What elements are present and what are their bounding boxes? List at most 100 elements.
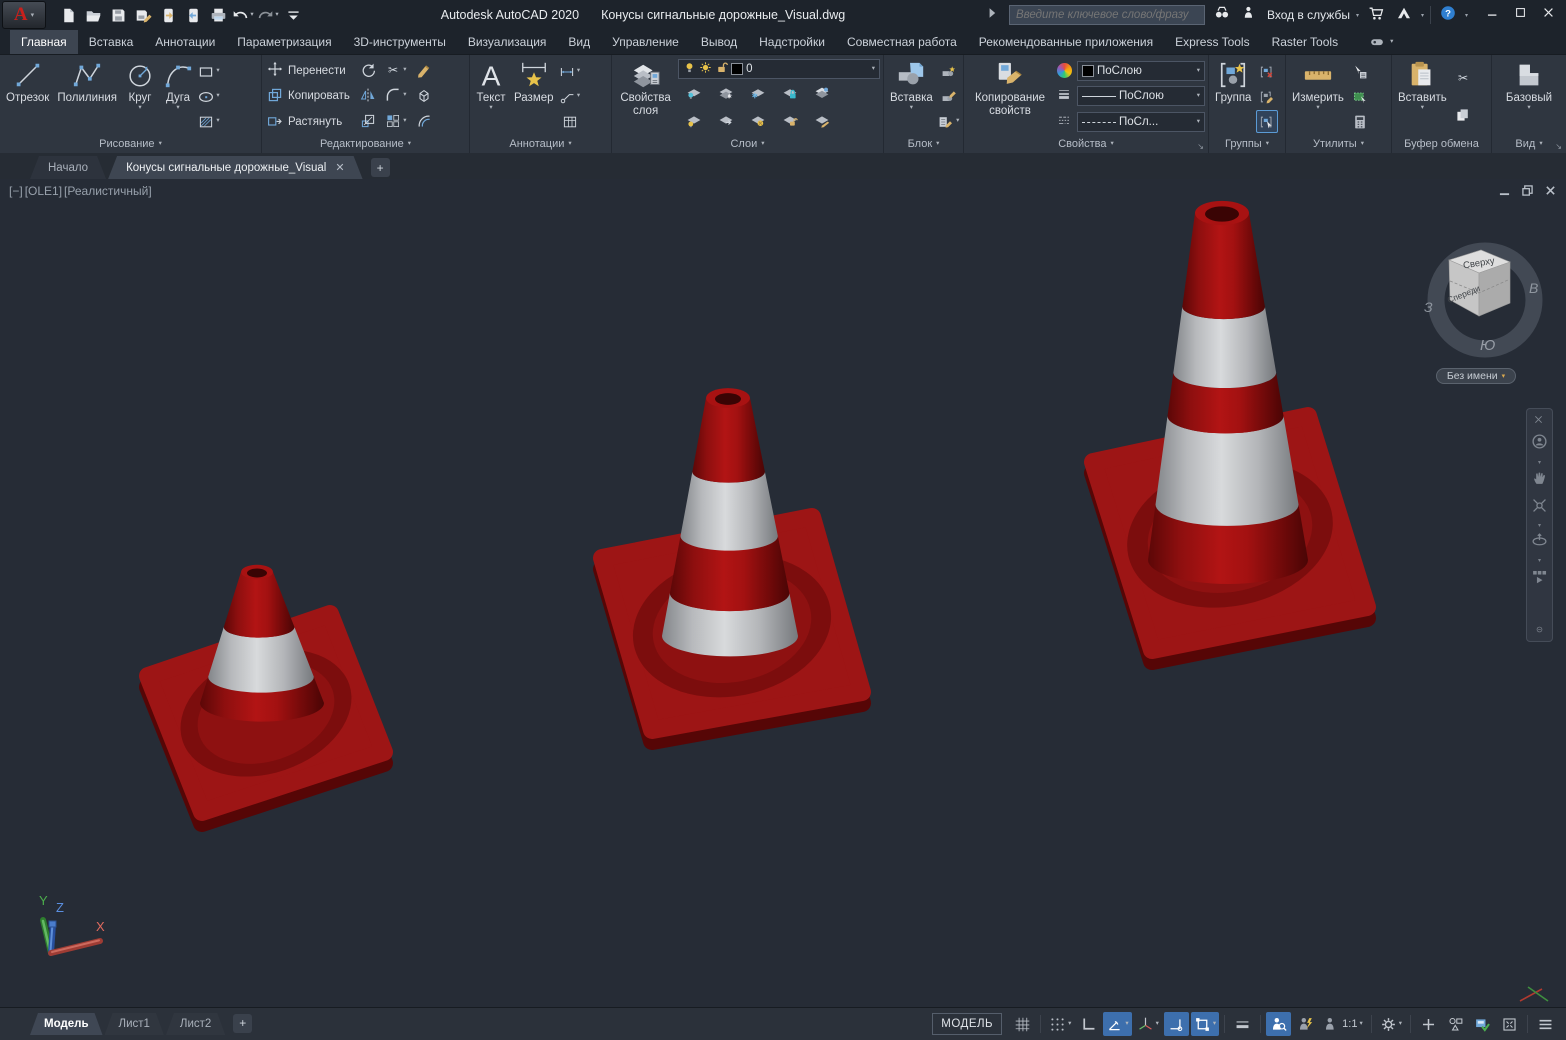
layer-unlock-all-button[interactable]: [806, 109, 838, 132]
measure-button[interactable]: Измерить▾: [1289, 58, 1347, 135]
ribbon-tab-вставка[interactable]: Вставка: [78, 30, 145, 54]
table-button[interactable]: [559, 110, 581, 133]
color-wheel-icon[interactable]: [1055, 63, 1073, 79]
open-file-button[interactable]: [81, 3, 105, 27]
sign-in-button[interactable]: Вход в службы: [1267, 8, 1350, 22]
viewcube[interactable]: З В Ю Сверху Спереди Без имени▾: [1416, 237, 1558, 393]
viewport-control-visual-style[interactable]: [Реалистичный]: [63, 184, 153, 198]
maximize-button[interactable]: [1506, 3, 1534, 27]
ribbon-tab-рекомендованные-приложения[interactable]: Рекомендованные приложения: [968, 30, 1164, 54]
doc-restore-button[interactable]: [1522, 183, 1533, 201]
quick-select-button[interactable]: [1349, 60, 1371, 83]
linetype-dropdown[interactable]: ПоСл...▾: [1077, 112, 1205, 132]
linear-dimension-button[interactable]: ▾: [559, 60, 581, 83]
layer-off-button[interactable]: [678, 81, 710, 104]
status-ortho-toggle[interactable]: [1076, 1012, 1101, 1036]
group-selectable-button[interactable]: [1256, 110, 1278, 133]
redo-button[interactable]: ▾: [256, 3, 280, 27]
panel-label-layers[interactable]: Слои▾: [612, 135, 883, 153]
navbar-caret-icon[interactable]: ▾: [1528, 459, 1551, 466]
layer-lock-button[interactable]: [774, 81, 806, 104]
polyline-button[interactable]: Полилиния: [54, 58, 120, 135]
navbar-caret-icon[interactable]: ▾: [1528, 557, 1551, 564]
search-input[interactable]: [1009, 5, 1205, 25]
status-customize-toggle[interactable]: [1533, 1012, 1558, 1036]
ribbon-tab-вид[interactable]: Вид: [557, 30, 601, 54]
ribbon-tab-надстройки[interactable]: Надстройки: [748, 30, 836, 54]
ribbon-tab-управление[interactable]: Управление: [601, 30, 690, 54]
layer-match-button[interactable]: [678, 109, 710, 132]
app-store-icon[interactable]: [1393, 4, 1415, 26]
help-caret-icon[interactable]: ▾: [1465, 12, 1468, 19]
ellipse-button[interactable]: ▾: [198, 85, 220, 108]
ribbon-tab-совместная-работа[interactable]: Совместная работа: [836, 30, 968, 54]
dialog-launcher-icon[interactable]: ↘: [1555, 142, 1562, 151]
offset-button[interactable]: [410, 110, 438, 133]
multileader-button[interactable]: ▾: [559, 85, 581, 108]
ribbon-tab-вывод[interactable]: Вывод: [690, 30, 748, 54]
app-store-caret-icon[interactable]: ▾: [1421, 12, 1424, 19]
drawing-viewport[interactable]: [−] [OLE1] [Реалистичный] З В Ю Сверху С…: [0, 179, 1566, 1007]
close-tab-icon[interactable]: ✕: [335, 161, 344, 174]
qat-customize-button[interactable]: [281, 3, 305, 27]
search-icon[interactable]: [1211, 4, 1233, 26]
save-button[interactable]: [106, 3, 130, 27]
group-button[interactable]: Группа: [1212, 58, 1254, 135]
panel-label-clipboard[interactable]: Буфер обмена: [1392, 135, 1491, 153]
layer-freeze-button[interactable]: [742, 81, 774, 104]
trim-button[interactable]: ✂▾: [382, 58, 410, 81]
status-annotation-monitor-toggle[interactable]: [1416, 1012, 1441, 1036]
status-clean-screen-toggle[interactable]: [1497, 1012, 1522, 1036]
panel-label-draw[interactable]: Рисование▾: [0, 135, 261, 153]
mirror-button[interactable]: [354, 84, 382, 107]
panel-label-annotation[interactable]: Аннотации▾: [470, 135, 611, 153]
viewport-control-view[interactable]: [OLE1]: [24, 184, 63, 198]
status-isometric-drafting-toggle[interactable]: ▾: [1134, 1012, 1162, 1036]
panel-label-block[interactable]: Блок▾: [884, 135, 963, 153]
status-snap-toggle[interactable]: ▾: [1046, 1012, 1074, 1036]
manage-attributes-button[interactable]: ▾: [938, 110, 960, 133]
save-as-button[interactable]: [131, 3, 155, 27]
zoom-icon[interactable]: [1528, 494, 1551, 522]
ribbon-tab-аннотации[interactable]: Аннотации: [144, 30, 226, 54]
save-web-mobile-button[interactable]: [181, 3, 205, 27]
panel-label-view[interactable]: Вид▾↘: [1492, 135, 1566, 153]
match-properties-button[interactable]: Копирование свойств: [967, 58, 1053, 135]
hatch-button[interactable]: ▾: [198, 110, 220, 133]
explode-button[interactable]: [410, 84, 438, 107]
rectangle-button[interactable]: ▾: [198, 60, 220, 83]
fillet-button[interactable]: ▾: [382, 84, 410, 107]
doc-minimize-button[interactable]: [1499, 183, 1510, 201]
help-icon[interactable]: ?: [1437, 4, 1459, 26]
layer-walk-button[interactable]: [742, 109, 774, 132]
scale-button[interactable]: [354, 110, 382, 133]
layer-thaw-button[interactable]: [774, 109, 806, 132]
status-osnap-tracking-toggle[interactable]: [1164, 1012, 1189, 1036]
status-workspace-toggle[interactable]: ▾: [1377, 1012, 1405, 1036]
status-lineweight-display-toggle[interactable]: [1230, 1012, 1255, 1036]
navbar-close-icon[interactable]: [1527, 411, 1550, 429]
panel-label-properties[interactable]: Свойства▾↘: [964, 135, 1208, 153]
edit-attribute-button[interactable]: [938, 85, 960, 108]
line-button[interactable]: Отрезок: [3, 58, 52, 135]
copy-button[interactable]: Копировать: [265, 85, 352, 108]
base-view-button[interactable]: Базовый▾: [1503, 58, 1555, 135]
stretch-button[interactable]: Растянуть: [265, 111, 352, 134]
insert-block-button[interactable]: Вставка▾: [887, 58, 936, 135]
status-annotation-visibility-toggle[interactable]: [1266, 1012, 1291, 1036]
status-isolate-objects-toggle[interactable]: [1443, 1012, 1468, 1036]
status-object-snap-toggle[interactable]: ▾: [1191, 1012, 1219, 1036]
status-graphics-performance-toggle[interactable]: [1470, 1012, 1495, 1036]
panel-label-groups[interactable]: Группы▾: [1209, 135, 1285, 153]
new-layout-button[interactable]: +: [233, 1014, 252, 1033]
named-ucs-dropdown[interactable]: Без имени▾: [1436, 368, 1516, 384]
layout-tab-лист1[interactable]: Лист1: [105, 1013, 164, 1035]
ribbon-tab-главная[interactable]: Главная: [10, 30, 78, 54]
lineweight-icon[interactable]: [1055, 88, 1073, 104]
move-button[interactable]: Перенести: [265, 59, 352, 82]
minimize-button[interactable]: [1478, 3, 1506, 27]
ribbon-tab-express-tools[interactable]: Express Tools: [1164, 30, 1260, 54]
navbar-customize-icon[interactable]: [1528, 621, 1551, 639]
orbit-icon[interactable]: [1528, 529, 1551, 557]
ribbon-tab-3d-инструменты[interactable]: 3D-инструменты: [343, 30, 457, 54]
